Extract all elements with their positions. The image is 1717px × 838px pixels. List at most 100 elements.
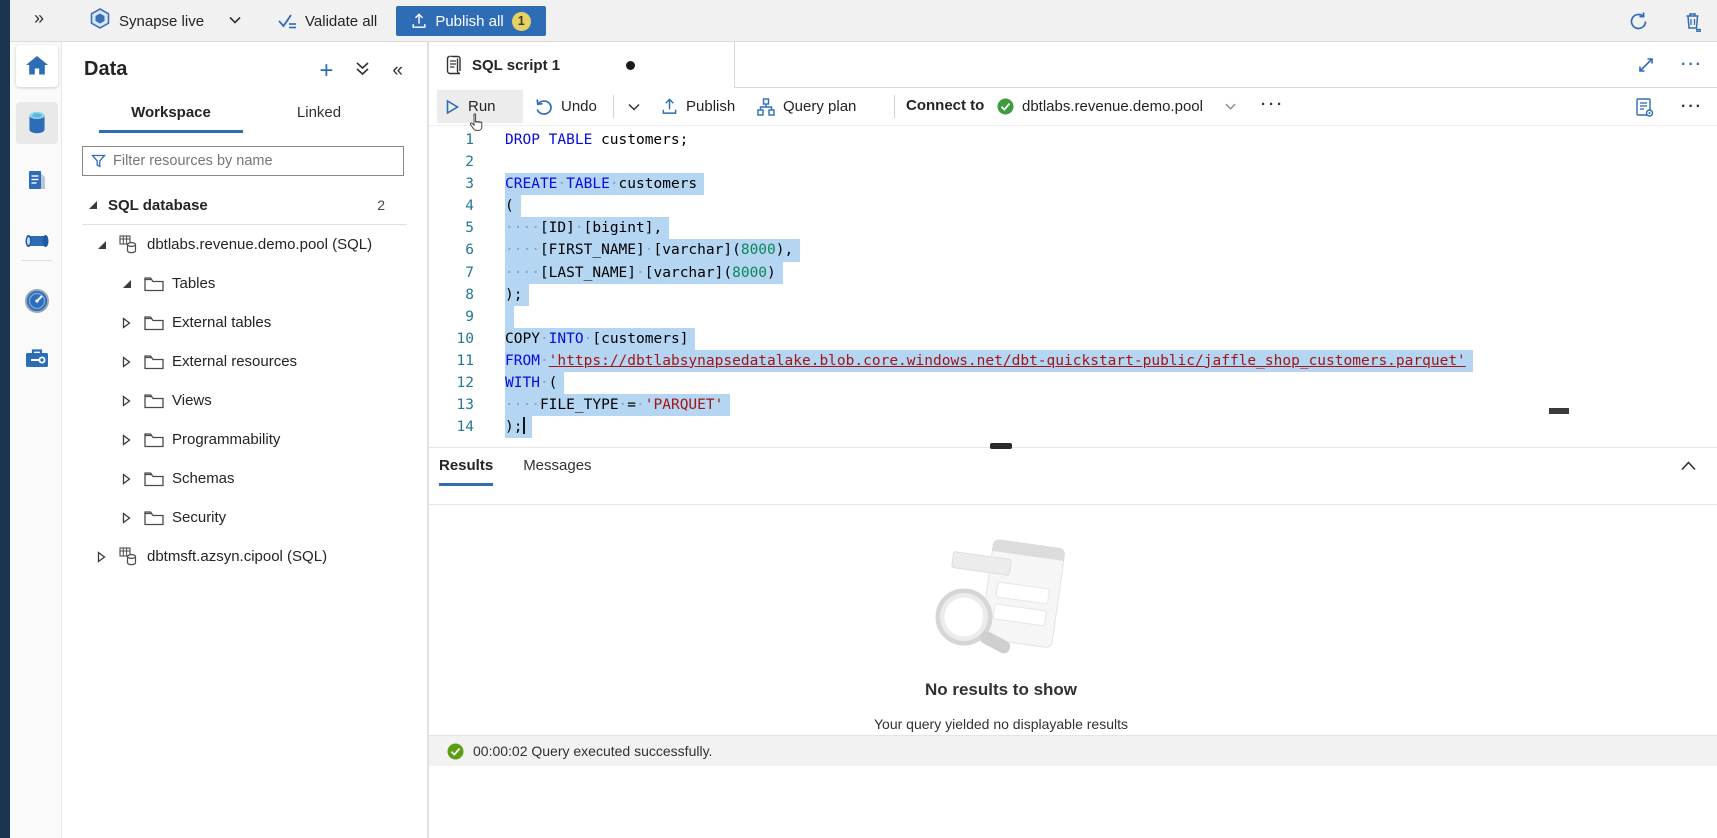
nav-data-button[interactable]: [16, 102, 58, 144]
code-line[interactable]: 8 );: [429, 284, 1717, 306]
code-text: COPY·INTO·[customers]: [505, 328, 695, 350]
tree-item[interactable]: Views: [82, 381, 407, 420]
caret-collapsed-icon[interactable]: [97, 551, 109, 563]
tree-item[interactable]: Schemas: [82, 459, 407, 498]
script-toolbar: Run Undo Publish Query plan Connect to: [429, 88, 1717, 126]
nav-develop-button[interactable]: [16, 161, 58, 203]
script-properties-icon[interactable]: [1634, 97, 1655, 118]
line-number: 5: [429, 217, 474, 239]
environment-selector[interactable]: Synapse live: [90, 0, 204, 42]
publish-upload-icon: [661, 98, 678, 115]
code-line[interactable]: 1 DROP TABLE customers;: [429, 129, 1717, 151]
nav-home-button[interactable]: [16, 45, 58, 87]
collapse-results-chevron-icon[interactable]: [1680, 459, 1697, 473]
code-line[interactable]: 6 ····[FIRST_NAME]·[varchar](8000),: [429, 239, 1717, 261]
tree-item-label: SQL database: [108, 197, 208, 214]
code-line[interactable]: 2: [429, 151, 1717, 173]
tree-item[interactable]: Programmability: [82, 420, 407, 459]
validate-all-button[interactable]: Validate all: [278, 0, 377, 42]
synapse-studio-window: » Synapse live Validate all Publish all …: [0, 0, 1717, 838]
sql-code-editor[interactable]: 1 DROP TABLE customers; 2 3 CREATE·TABLE…: [429, 126, 1717, 448]
line-number: 9: [429, 306, 474, 328]
discard-all-trash-icon[interactable]: [1683, 11, 1703, 32]
tree-item-label: Schemas: [172, 470, 235, 487]
line-number: 13: [429, 394, 474, 416]
publish-button[interactable]: Publish: [653, 90, 743, 123]
collapse-panel-button[interactable]: «: [392, 60, 403, 82]
caret-collapsed-icon[interactable]: [122, 434, 134, 446]
toolbar-more-actions-icon[interactable]: ···: [1261, 96, 1285, 113]
run-button[interactable]: Run: [437, 90, 523, 123]
tree-item[interactable]: External tables: [82, 303, 407, 342]
caret-collapsed-icon[interactable]: [122, 395, 134, 407]
folder-icon: [144, 510, 164, 526]
publish-count-badge: 1: [512, 12, 531, 31]
nav-monitor-button[interactable]: [16, 280, 58, 322]
collapse-all-icon[interactable]: [355, 61, 370, 82]
code-line[interactable]: 4 (: [429, 195, 1717, 217]
code-text: DROP TABLE customers;: [505, 129, 688, 151]
code-line[interactable]: 11 FROM·'https://dbtlabsynapsedatalake.b…: [429, 350, 1717, 372]
code-line[interactable]: 10 COPY·INTO·[customers]: [429, 328, 1717, 350]
caret-expanded-icon[interactable]: [88, 200, 100, 210]
tree-item[interactable]: dbtmsft.azsyn.cipool (SQL): [82, 537, 407, 576]
add-resource-button[interactable]: +: [319, 61, 333, 81]
undo-redo-chevron-icon[interactable]: [619, 90, 649, 123]
unsaved-changes-dot: [626, 61, 635, 70]
refresh-icon[interactable]: [1628, 11, 1649, 32]
undo-icon: [535, 98, 553, 115]
tree-item-count: 2: [377, 197, 385, 213]
tree-item-label: External resources: [172, 353, 297, 370]
caret-collapsed-icon[interactable]: [122, 473, 134, 485]
code-line[interactable]: 3 CREATE·TABLE·customers: [429, 173, 1717, 195]
validate-check-icon: [278, 13, 297, 30]
code-line[interactable]: 13 ····FILE_TYPE·=·'PARQUET': [429, 394, 1717, 416]
caret-collapsed-icon[interactable]: [122, 512, 134, 524]
tree-item[interactable]: dbtlabs.revenue.demo.pool (SQL): [82, 225, 407, 264]
toolbox-icon: [23, 346, 51, 372]
tab-more-actions-icon[interactable]: ···: [1681, 56, 1703, 74]
tab-messages[interactable]: Messages: [523, 457, 591, 486]
expand-editor-icon[interactable]: [1637, 56, 1655, 74]
home-icon: [24, 54, 50, 78]
upload-icon: [411, 13, 427, 29]
tree-item-label: Views: [172, 392, 212, 409]
nav-manage-button[interactable]: [16, 338, 58, 380]
gauge-icon: [24, 288, 50, 314]
toolbar-overflow-icon[interactable]: ···: [1681, 98, 1703, 116]
publish-all-button[interactable]: Publish all 1: [396, 6, 546, 36]
nav-integrate-button[interactable]: [16, 220, 58, 262]
caret-expanded-icon[interactable]: [97, 240, 109, 250]
tree-item[interactable]: External resources: [82, 342, 407, 381]
expand-menu-icon[interactable]: »: [34, 8, 44, 29]
tree-item[interactable]: Security: [82, 498, 407, 537]
code-line[interactable]: 12 WITH·(: [429, 372, 1717, 394]
no-results-illustration: [429, 533, 1573, 666]
filter-resources-input[interactable]: [113, 153, 395, 169]
code-line[interactable]: 5 ····[ID]·[bigint],: [429, 217, 1717, 239]
tab-workspace[interactable]: Workspace: [97, 100, 245, 133]
code-line[interactable]: 7 ····[LAST_NAME]·[varchar](8000): [429, 262, 1717, 284]
query-plan-button[interactable]: Query plan: [749, 90, 864, 123]
undo-button[interactable]: Undo: [527, 90, 605, 123]
code-text: );: [505, 416, 532, 438]
code-line[interactable]: 9: [429, 306, 1717, 328]
top-command-bar: » Synapse live Validate all Publish all …: [0, 0, 1717, 42]
editor-scrollbar-thumb[interactable]: [1549, 408, 1569, 414]
caret-collapsed-icon[interactable]: [122, 317, 134, 329]
document-tab-title: SQL script 1: [472, 57, 560, 74]
environment-chevron-down-icon[interactable]: [228, 13, 242, 27]
tree-item[interactable]: SQL database 2: [82, 186, 407, 225]
pool-selector-dropdown[interactable]: dbtlabs.revenue.demo.pool: [989, 91, 1245, 122]
caret-collapsed-icon[interactable]: [122, 356, 134, 368]
code-line[interactable]: 14 );: [429, 416, 1717, 438]
tree-item[interactable]: Tables: [82, 264, 407, 303]
caret-expanded-icon[interactable]: [122, 279, 134, 289]
tab-linked[interactable]: Linked: [245, 100, 393, 133]
line-number: 10: [429, 328, 474, 350]
splitter-drag-handle[interactable]: [990, 443, 1012, 449]
folder-icon: [144, 354, 164, 370]
tab-results[interactable]: Results: [439, 457, 493, 486]
document-tabstrip: SQL script 1 ···: [429, 42, 1717, 88]
tab-sql-script-1[interactable]: SQL script 1: [429, 42, 735, 88]
